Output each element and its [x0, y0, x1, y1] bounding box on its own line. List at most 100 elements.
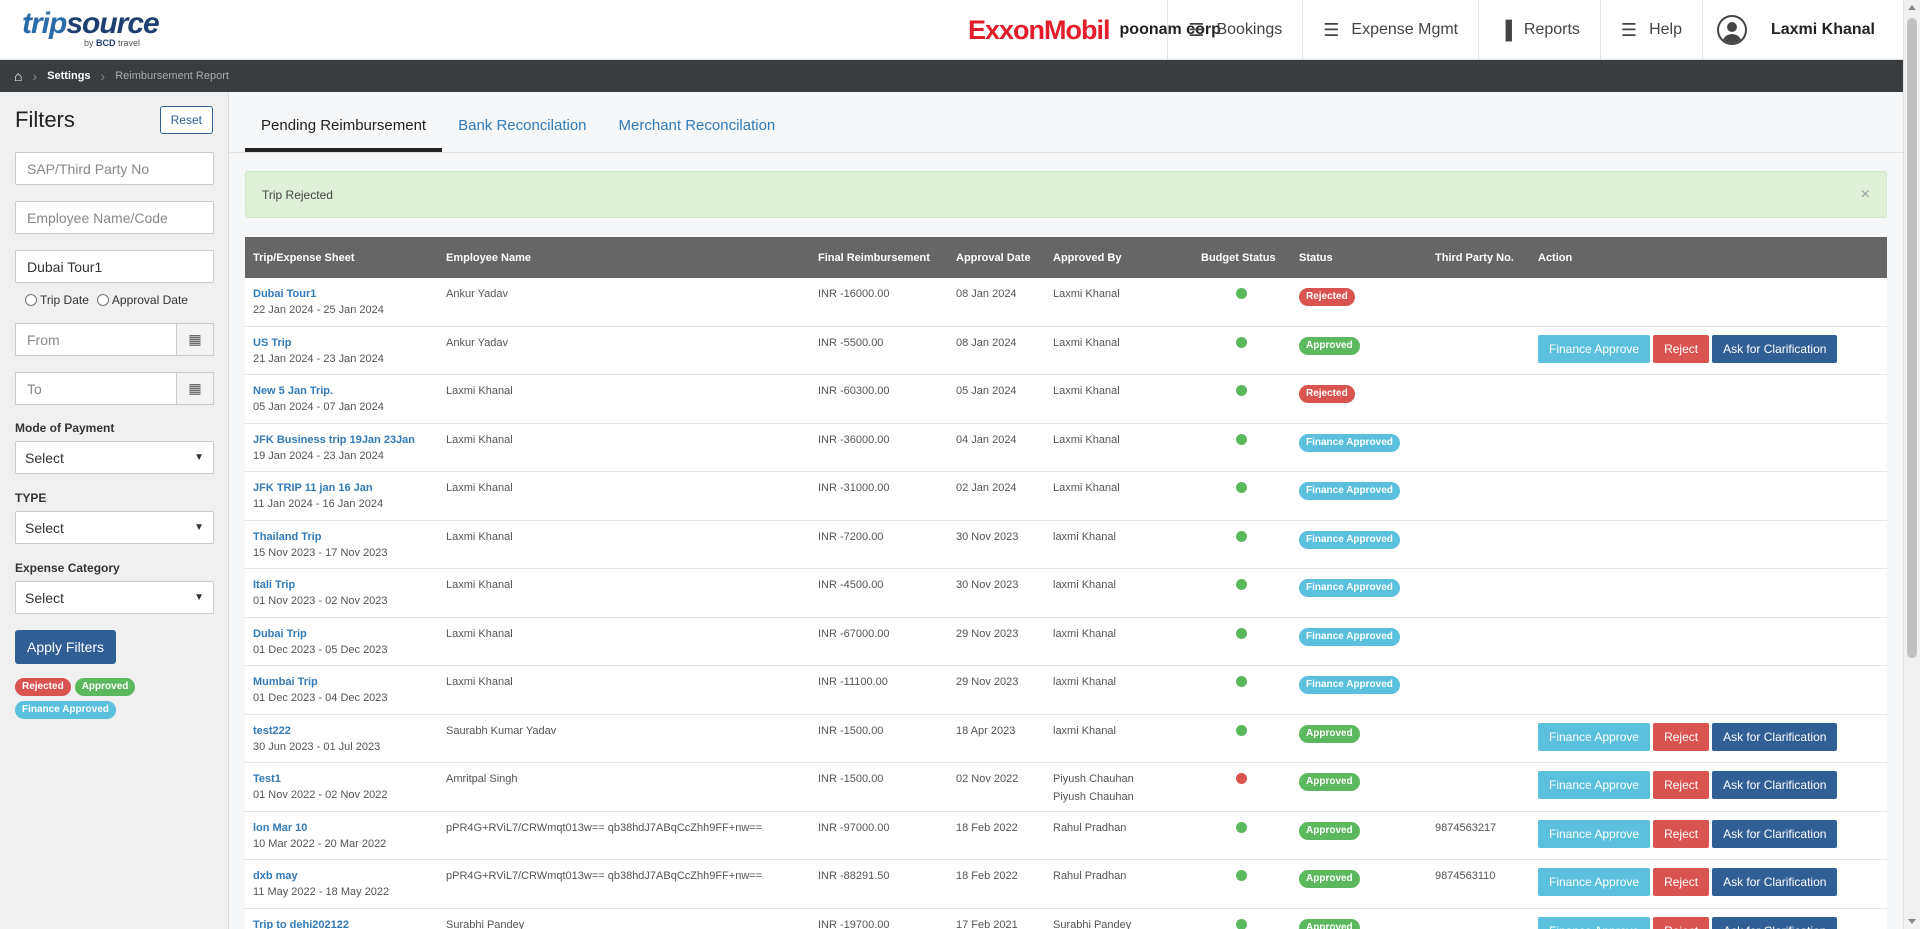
employee-name-input[interactable]: Employee Name/Code	[15, 201, 214, 234]
table-row: US Trip 21 Jan 2024 - 23 Jan 2024 Ankur Ya…	[245, 326, 1887, 375]
tab-pending-reimbursement[interactable]: Pending Reimbursement	[245, 117, 443, 152]
budget-status-dot	[1236, 433, 1247, 445]
type-select[interactable]: Select ▼	[15, 511, 214, 544]
user-menu[interactable]: Laxmi Khanal	[1701, 0, 1903, 60]
exxonmobil-logo: ExxonMobil	[968, 14, 1111, 45]
mode-of-payment-select[interactable]: Select ▼	[15, 441, 214, 474]
reject-button[interactable]: Reject	[1653, 868, 1710, 896]
col-final-reimbursement[interactable]: Final Reimbursement	[810, 252, 948, 264]
table-row: dxb may 11 May 2022 - 18 May 2022 pPR4G+RV…	[245, 860, 1887, 909]
reject-button[interactable]: Reject	[1653, 916, 1710, 929]
tab-bank-reconcilation[interactable]: Bank Reconcilation	[442, 117, 602, 152]
close-icon[interactable]: ×	[1861, 186, 1870, 204]
home-icon[interactable]: ⌂	[14, 68, 22, 84]
approval-date: 08 Jan 2024	[956, 288, 1017, 300]
nav-bookings[interactable]: ☰ Bookings	[1167, 0, 1302, 60]
status-badge: Finance Approved	[1299, 482, 1400, 500]
trip-link[interactable]: New 5 Jan Trip.	[253, 385, 438, 397]
to-date-field: To ▦	[15, 372, 214, 405]
breadcrumb-settings[interactable]: Settings	[47, 70, 90, 82]
col-budget-status[interactable]: Budget Status	[1193, 252, 1291, 264]
approval-date: 04 Jan 2024	[956, 433, 1017, 446]
final-reimbursement: INR -19700.00	[818, 918, 890, 929]
finance-approve-button[interactable]: Finance Approve	[1538, 722, 1651, 751]
trip-date-range: 19 Jan 2024 - 23 Jan 2024	[253, 449, 384, 462]
final-reimbursement: INR -11100.00	[818, 676, 888, 688]
scroll-up-icon[interactable]	[1908, 5, 1916, 10]
third-party-no	[1427, 327, 1530, 375]
page-scrollbar[interactable]	[1903, 0, 1920, 929]
nav-reports[interactable]: ▐ Reports	[1478, 0, 1600, 60]
trip-link[interactable]: JFK Business trip 19Jan 23Jan	[253, 434, 438, 446]
budget-status-dot	[1236, 870, 1247, 881]
third-party-no	[1427, 618, 1530, 666]
scrollbar-thumb[interactable]	[1907, 18, 1917, 658]
col-trip[interactable]: Trip/Expense Sheet	[245, 252, 438, 264]
col-action: Action	[1538, 251, 1573, 264]
trip-link[interactable]: dxb may	[253, 870, 438, 882]
nav-help[interactable]: ☰ Help	[1599, 0, 1702, 60]
reject-button[interactable]: Reject	[1653, 722, 1710, 751]
trip-link[interactable]: Test1	[253, 773, 438, 785]
trip-link[interactable]: lon Mar 10	[253, 822, 438, 834]
reject-button[interactable]: Reject	[1653, 819, 1710, 848]
trip-link[interactable]: test222	[253, 725, 438, 737]
trip-link[interactable]: Mumbai Trip	[253, 676, 438, 688]
trip-link[interactable]: Thailand Trip	[253, 531, 438, 543]
status-badge: Approved	[1299, 336, 1360, 355]
trip-name-input[interactable]: Dubai Tour1	[15, 250, 214, 283]
approval-date: 02 Nov 2022	[956, 773, 1019, 785]
finance-approve-button[interactable]: Finance Approve	[1538, 819, 1651, 848]
trip-link[interactable]: Trip to dehi202122	[253, 919, 438, 929]
col-employee[interactable]: Employee Name	[438, 252, 810, 264]
expense-category-select[interactable]: Select ▼	[15, 581, 214, 614]
from-date-input[interactable]: From	[15, 323, 176, 356]
employee-name: Amritpal Singh	[446, 773, 518, 785]
approved-by: laxmi Khanal	[1053, 579, 1116, 591]
apply-filters-button[interactable]: Apply Filters	[15, 630, 117, 664]
sap-number-input[interactable]: SAP/Third Party No	[15, 152, 214, 185]
finance-approve-button[interactable]: Finance Approve	[1538, 916, 1651, 929]
finance-approve-button[interactable]: Finance Approve	[1538, 771, 1651, 799]
ask-clarification-button[interactable]: Ask for Clarification	[1712, 916, 1838, 929]
employee-name: Laxmi Khanal	[446, 385, 513, 397]
table-row: New 5 Jan Trip. 05 Jan 2024 - 07 Jan 2024…	[245, 375, 1887, 424]
date-type-radios: Trip Date Approval Date	[25, 293, 213, 307]
calendar-icon[interactable]: ▦	[176, 372, 214, 405]
trip-link[interactable]: US Trip	[253, 337, 438, 349]
employee-name: Laxmi Khanal	[446, 627, 513, 640]
final-reimbursement: INR -16000.00	[818, 288, 890, 300]
ask-clarification-button[interactable]: Ask for Clarification	[1712, 334, 1838, 363]
reset-button[interactable]: Reset	[159, 106, 213, 134]
trip-link[interactable]: JFK TRIP 11 jan 16 Jan	[253, 482, 438, 494]
finance-approve-button[interactable]: Finance Approve	[1538, 868, 1651, 896]
chevron-down-icon: ▼	[194, 592, 204, 603]
scroll-down-icon[interactable]	[1908, 919, 1916, 924]
col-approved-by[interactable]: Approved By	[1045, 252, 1193, 264]
ask-clarification-button[interactable]: Ask for Clarification	[1712, 819, 1838, 848]
tab-merchant-reconcilation[interactable]: Merchant Reconcilation	[603, 117, 792, 152]
nav-expense-mgmt[interactable]: ☰ Expense Mgmt	[1302, 0, 1478, 60]
third-party-no	[1427, 666, 1530, 714]
ask-clarification-button[interactable]: Ask for Clarification	[1712, 868, 1838, 896]
ask-clarification-button[interactable]: Ask for Clarification	[1712, 771, 1838, 799]
calendar-icon[interactable]: ▦	[176, 323, 214, 356]
tripsource-logo[interactable]: tripsource by BCD travel	[22, 8, 160, 49]
reject-button[interactable]: Reject	[1653, 334, 1710, 363]
mode-of-payment-label: Mode of Payment	[15, 421, 115, 435]
col-third-party[interactable]: Third Party No.	[1427, 252, 1530, 264]
table-row: Dubai Tour1 22 Jan 2024 - 25 Jan 2024 Anku…	[245, 278, 1887, 327]
approval-date: 30 Nov 2023	[956, 579, 1019, 591]
col-status[interactable]: Status	[1291, 252, 1427, 264]
finance-approve-button[interactable]: Finance Approve	[1538, 334, 1651, 363]
radio-approval-date[interactable]: Approval Date	[96, 293, 188, 307]
third-party-no: 9874563217	[1435, 821, 1497, 834]
trip-link[interactable]: Dubai Tour1	[253, 288, 438, 300]
reject-button[interactable]: Reject	[1653, 771, 1710, 799]
ask-clarification-button[interactable]: Ask for Clarification	[1712, 722, 1838, 751]
trip-link[interactable]: Itali Trip	[253, 579, 438, 591]
col-approval-date[interactable]: Approval Date	[948, 252, 1045, 264]
radio-trip-date[interactable]: Trip Date	[25, 293, 89, 307]
trip-link[interactable]: Dubai Trip	[253, 628, 438, 640]
to-date-input[interactable]: To	[15, 372, 176, 405]
